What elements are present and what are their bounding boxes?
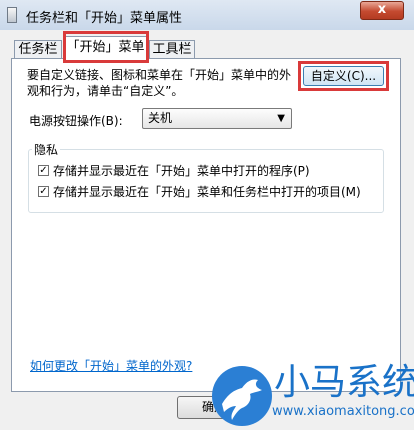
recent-items-option[interactable]: ✓ 存储并显示最近在「开始」菜单和任务栏中打开的项目(M) xyxy=(38,183,361,200)
close-button[interactable]: x xyxy=(360,1,404,20)
power-button-value: 关机 xyxy=(148,111,173,125)
recent-programs-option[interactable]: ✓ 存储并显示最近在「开始」菜单中打开的程序(P) xyxy=(38,162,310,179)
horse-logo-icon xyxy=(212,366,272,426)
privacy-title: 隐私 xyxy=(32,141,61,158)
taskbar-properties-icon xyxy=(7,7,17,23)
recent-items-label: 存储并显示最近在「开始」菜单和任务栏中打开的项目(M) xyxy=(53,185,361,199)
power-button-select[interactable]: 关机 ▼ xyxy=(142,108,292,129)
recent-items-checkbox[interactable]: ✓ xyxy=(38,186,49,197)
tab-toolbars[interactable]: 工具栏 xyxy=(149,40,195,59)
watermark-text: 小马系统 xyxy=(274,362,414,403)
recent-programs-label: 存储并显示最近在「开始」菜单中打开的程序(P) xyxy=(53,164,310,178)
power-button-label: 电源按钮操作(B): xyxy=(29,114,123,128)
tab-start-menu[interactable]: 「开始」菜单 xyxy=(63,36,148,60)
recent-programs-checkbox[interactable]: ✓ xyxy=(38,165,49,176)
title-bar: 任务栏和「开始」菜单属性 x xyxy=(0,0,414,31)
help-link[interactable]: 如何更改「开始」菜单的外观? xyxy=(30,357,192,374)
customize-button[interactable]: 自定义(C)... xyxy=(303,66,384,86)
tab-taskbar[interactable]: 任务栏 xyxy=(14,40,62,59)
dropdown-arrow-icon: ▼ xyxy=(277,113,285,124)
watermark: 小马系统 www.xiaomaxitong.com xyxy=(208,360,414,430)
customize-description: 要自定义链接、图标和菜单在「开始」菜单中的外观和行为，请单击“自定义”。 xyxy=(27,68,292,98)
watermark-url: www.xiaomaxitong.com xyxy=(272,404,414,419)
privacy-group xyxy=(28,149,384,213)
window-title: 任务栏和「开始」菜单属性 xyxy=(26,11,183,26)
